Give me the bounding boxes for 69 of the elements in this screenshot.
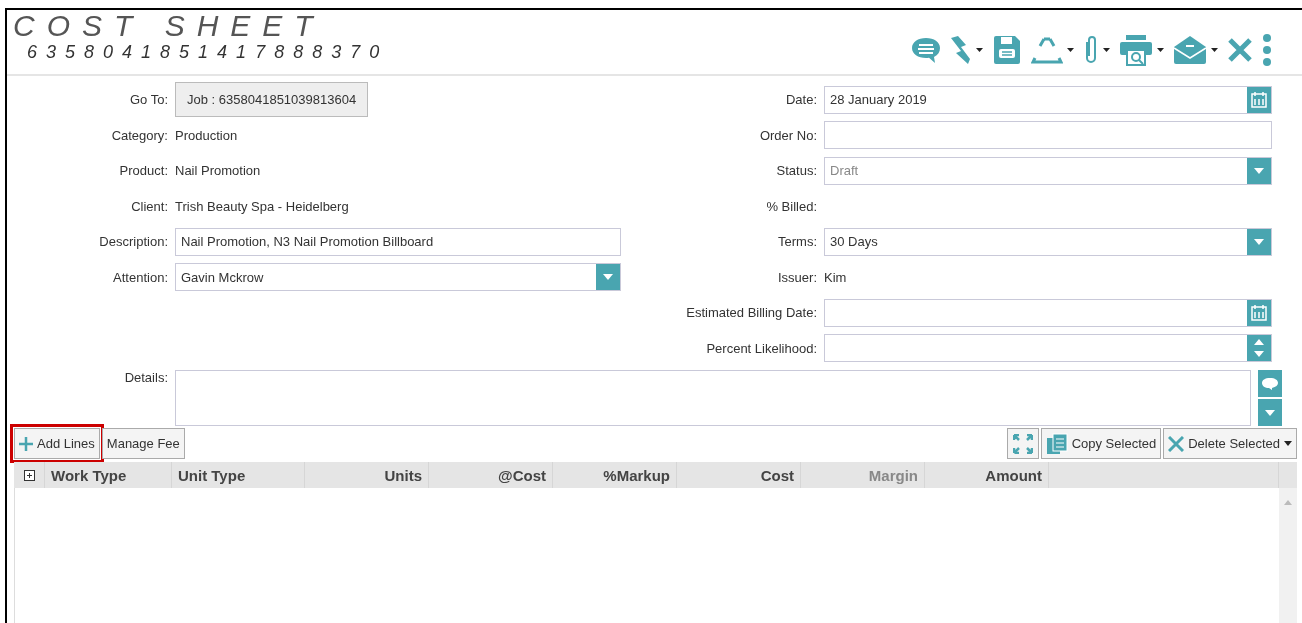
description-field[interactable]: Nail Promotion, N3 Nail Promotion Billboard xyxy=(175,227,621,256)
delete-selected-button[interactable]: Delete Selected xyxy=(1163,428,1297,459)
x-icon xyxy=(1168,435,1185,452)
caret-icon[interactable] xyxy=(1157,48,1164,52)
save-icon[interactable] xyxy=(992,34,1022,66)
field-label: Terms: xyxy=(777,234,817,250)
field-value: Trish Beauty Spa - Heidelberg xyxy=(175,198,349,214)
fullscreen-button[interactable] xyxy=(1006,428,1039,459)
caret-icon[interactable] xyxy=(1103,48,1110,52)
comment-button[interactable] xyxy=(1258,370,1282,397)
caret-icon[interactable] xyxy=(1067,48,1074,52)
column-header[interactable]: %Markup xyxy=(553,462,677,488)
caret-icon[interactable] xyxy=(976,48,983,52)
attention-dropdown[interactable]: Gavin Mckrow xyxy=(175,263,621,292)
calendar-icon xyxy=(1251,91,1267,108)
field-label: Description: xyxy=(98,234,168,250)
number-field[interactable] xyxy=(824,334,1272,363)
caret-icon xyxy=(1284,441,1292,446)
field-value: Production xyxy=(175,127,238,143)
caret-icon xyxy=(1265,409,1275,416)
column-header[interactable]: @Cost xyxy=(429,462,553,488)
dropdown-icon xyxy=(1254,167,1264,174)
fullscreen-icon xyxy=(1012,433,1033,454)
copy-icon xyxy=(1045,432,1068,455)
date-field[interactable]: 28 January 2019 xyxy=(824,85,1272,114)
expand-all-icon[interactable] xyxy=(23,469,35,481)
caret-icon[interactable] xyxy=(1211,48,1218,52)
field-value: Nail Promotion xyxy=(175,163,261,179)
field-label: Order No: xyxy=(758,127,817,143)
column-header[interactable]: Cost xyxy=(677,462,801,488)
field-label: Go To: xyxy=(128,92,168,108)
field-label: Status: xyxy=(775,163,817,179)
page-title: COST SHEET xyxy=(13,11,326,41)
field-label: % Billed: xyxy=(765,198,817,214)
field-label: Product: xyxy=(118,163,168,179)
job-link-button[interactable]: Job : 6358041851039813604 xyxy=(175,82,369,118)
spinner-arrows-icon xyxy=(1254,338,1264,359)
field-label: Client: xyxy=(130,198,168,214)
field-label: Attention: xyxy=(112,269,168,285)
date-field[interactable] xyxy=(824,298,1272,327)
calendar-icon xyxy=(1251,304,1267,321)
scrollbar[interactable] xyxy=(1279,488,1297,623)
field-label: Percent Likelihood: xyxy=(705,340,817,356)
column-header[interactable]: Units xyxy=(305,462,429,488)
field-label: Estimated Billing Date: xyxy=(685,305,817,321)
field-label: Date: xyxy=(784,92,817,108)
manage-fee-button[interactable]: Manage Fee xyxy=(101,428,185,459)
expand-button[interactable] xyxy=(1258,399,1282,426)
field-label: Issuer: xyxy=(777,269,817,285)
field-value: Kim xyxy=(824,269,847,285)
column-header[interactable]: Work Type xyxy=(45,462,172,488)
dropdown-icon xyxy=(603,274,613,281)
paperclip-icon[interactable] xyxy=(1083,34,1099,66)
field-label: Category: xyxy=(110,127,168,143)
comment-icon[interactable] xyxy=(911,36,941,64)
dropdown-icon xyxy=(1254,238,1264,245)
close-icon[interactable] xyxy=(1227,37,1253,63)
column-header[interactable]: Unit Type xyxy=(172,462,305,488)
input-field[interactable] xyxy=(824,121,1272,150)
details-field[interactable] xyxy=(175,370,1251,426)
speech-bubble-icon xyxy=(1262,377,1278,390)
field-label: Details: xyxy=(123,370,168,387)
more-icon[interactable] xyxy=(1262,34,1272,66)
scroll-up-icon[interactable] xyxy=(1284,500,1292,505)
column-header[interactable]: Amount xyxy=(925,462,1049,488)
plus-icon xyxy=(19,436,33,451)
copy-selected-button[interactable]: Copy Selected xyxy=(1040,428,1162,459)
dropdown-field[interactable]: 30 Days xyxy=(824,227,1272,256)
sheet-number: 6358041851417888370 xyxy=(26,41,389,63)
